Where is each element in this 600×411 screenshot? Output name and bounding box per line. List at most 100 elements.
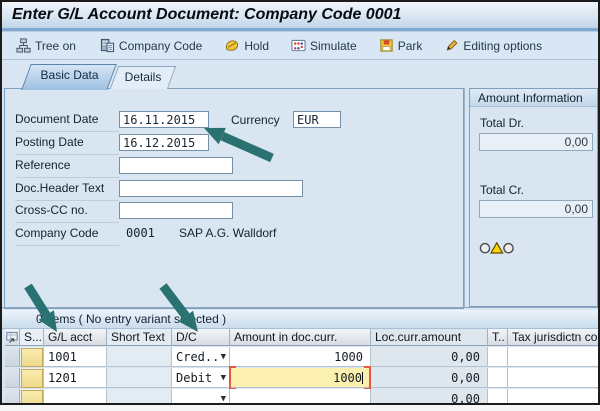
loc-curr-amount-cell: 0,00 [371, 368, 488, 388]
simulate-button[interactable]: Simulate [291, 38, 357, 53]
status-cell-box [21, 369, 43, 388]
posting-date-input[interactable] [119, 134, 209, 151]
currency-input[interactable] [293, 111, 341, 128]
column-header-loc-curr-amount[interactable]: Loc.curr.amount [371, 329, 488, 346]
sap-window: Enter G/L Account Document: Company Code… [0, 0, 600, 405]
table-row: 1001 Cred.. ▼ 1000 0,00 [2, 347, 598, 368]
total-cr-label: Total Cr. [480, 183, 524, 197]
gl-acct-cell[interactable]: 1001 [44, 347, 107, 367]
reference-input[interactable] [119, 157, 233, 174]
document-date-label: Document Date [15, 112, 119, 132]
total-cr-field: 0,00 [479, 200, 593, 218]
tax-jurisdiction-cell[interactable] [508, 368, 598, 388]
column-header-gl-acct[interactable]: G/L acct [44, 329, 107, 346]
editing-options-label: Editing options [463, 39, 542, 53]
column-header-amount-doc-curr[interactable]: Amount in doc.curr. [230, 329, 371, 346]
row-select-button[interactable] [5, 347, 20, 367]
company-code-icon [100, 38, 115, 53]
dc-cell[interactable]: Cred.. ▼ [172, 347, 230, 367]
tab-details-label: Details [115, 67, 171, 88]
loc-curr-amount-cell: 0,00 [371, 389, 488, 405]
status-cell[interactable] [20, 368, 44, 388]
amount-cell-focused[interactable]: 1000 [230, 368, 371, 388]
amount-cell[interactable]: 1000 [230, 347, 371, 367]
column-header-dc[interactable]: D/C [172, 329, 230, 346]
simulate-icon [291, 38, 306, 53]
page-title: Enter G/L Account Document: Company Code… [2, 6, 401, 24]
dropdown-icon[interactable]: ▼ [221, 368, 226, 388]
posting-date-label: Posting Date [15, 135, 119, 155]
hold-label: Hold [244, 39, 269, 53]
table-row: ▼ 0,00 [2, 389, 598, 405]
dc-value: Cred.. [176, 350, 219, 364]
park-button[interactable]: Park [379, 38, 423, 53]
status-cell[interactable] [20, 389, 44, 405]
company-code-label: Company Code [119, 39, 202, 53]
document-date-input[interactable] [119, 111, 209, 128]
tab-details[interactable]: Details [110, 66, 176, 89]
reference-label: Reference [15, 158, 119, 178]
table-select-icon [6, 331, 18, 344]
select-all-button[interactable] [5, 329, 20, 346]
text-caret [362, 372, 363, 384]
doc-header-text-input[interactable] [119, 180, 303, 197]
column-header-short-text[interactable]: Short Text [107, 329, 172, 346]
amount-cell[interactable] [230, 389, 371, 405]
hold-button[interactable]: Hold [224, 38, 269, 53]
amount-information-panel: Amount Information Total Dr. 0,00 Total … [469, 88, 598, 307]
short-text-cell[interactable] [107, 389, 172, 405]
column-header-tax[interactable]: T.. [488, 329, 508, 346]
balance-status-icons [479, 241, 515, 260]
tax-jurisdiction-cell[interactable] [508, 347, 598, 367]
dc-cell[interactable]: Debit ▼ [172, 368, 230, 388]
row-select-button[interactable] [5, 368, 20, 388]
column-header-status[interactable]: S... [20, 329, 44, 346]
basic-data-panel: Document Date Currency Posting Date Refe… [4, 88, 464, 309]
short-text-cell[interactable] [107, 347, 172, 367]
row-select-button[interactable] [5, 389, 20, 405]
total-dr-field: 0,00 [479, 133, 593, 151]
dc-value: Debit [176, 371, 212, 385]
company-code-label-form: Company Code [15, 226, 119, 246]
amount-value: 1000 [333, 371, 362, 385]
status-circle-right-icon [504, 244, 513, 253]
status-warning-triangle-icon [491, 243, 503, 253]
company-name-value: SAP A.G. Walldorf [179, 226, 276, 240]
status-cell-box [21, 390, 43, 405]
editing-options-button[interactable]: Editing options [444, 38, 542, 53]
amount-information-title: Amount Information [470, 89, 597, 107]
tab-basic-data-label: Basic Data [28, 65, 112, 86]
park-label: Park [398, 39, 423, 53]
items-bar: 0 Items ( No entry variant selected ) [2, 310, 598, 329]
tax-jurisdiction-cell[interactable] [508, 389, 598, 405]
status-cell-box [21, 348, 43, 367]
tax-cell[interactable] [488, 347, 508, 367]
loc-curr-amount-cell: 0,00 [371, 347, 488, 367]
status-circle-left-icon [480, 244, 489, 253]
hold-icon [224, 38, 240, 53]
tree-icon [16, 38, 31, 53]
table-row: 1201 Debit ▼ 1000 0,00 [2, 368, 598, 389]
tax-cell[interactable] [488, 368, 508, 388]
title-bar: Enter G/L Account Document: Company Code… [2, 2, 598, 28]
status-cell[interactable] [20, 347, 44, 367]
column-header-tax-jurisdiction[interactable]: Tax jurisdictn co [508, 329, 598, 346]
dropdown-icon[interactable]: ▼ [221, 389, 226, 405]
doc-header-text-label: Doc.Header Text [15, 181, 119, 201]
dropdown-icon[interactable]: ▼ [221, 347, 226, 367]
application-toolbar: Tree on Company Code Hold Simulate Park … [2, 32, 598, 60]
tab-basic-data[interactable]: Basic Data [21, 64, 116, 90]
gl-acct-cell[interactable]: 1201 [44, 368, 107, 388]
dc-cell[interactable]: ▼ [172, 389, 230, 405]
cross-cc-no-label: Cross-CC no. [15, 203, 119, 223]
tax-cell[interactable] [488, 389, 508, 405]
tree-on-button[interactable]: Tree on [16, 38, 76, 53]
items-bar-text: 0 Items ( No entry variant selected ) [2, 310, 598, 328]
gl-acct-cell[interactable] [44, 389, 107, 405]
items-table-header: S... G/L acct Short Text D/C Amount in d… [2, 329, 598, 347]
total-dr-label: Total Dr. [480, 116, 524, 130]
company-code-button[interactable]: Company Code [100, 38, 202, 53]
short-text-cell[interactable] [107, 368, 172, 388]
simulate-label: Simulate [310, 39, 357, 53]
cross-cc-no-input[interactable] [119, 202, 233, 219]
